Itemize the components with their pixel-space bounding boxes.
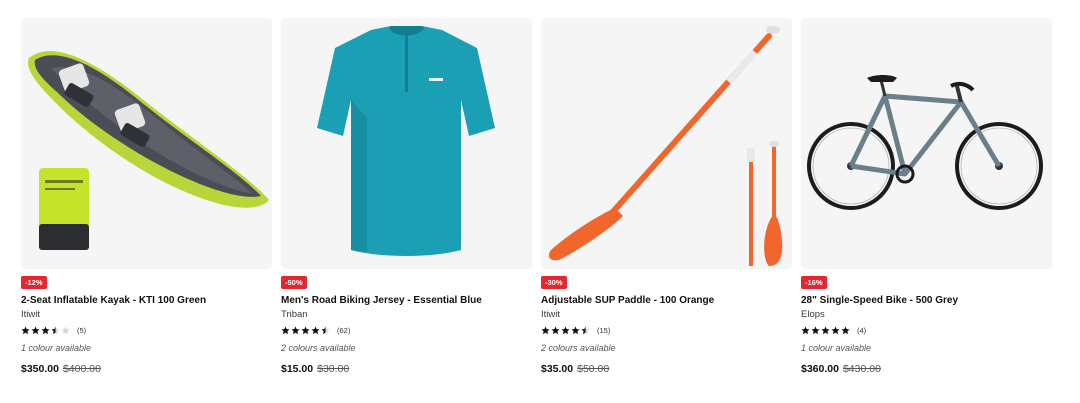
- star-icon: [31, 326, 40, 335]
- jersey-image: [317, 26, 495, 256]
- star-rating: [541, 326, 590, 335]
- star-icon: [41, 326, 50, 335]
- colour-availability: 1 colour available: [801, 343, 872, 353]
- product-rating: (15): [541, 325, 610, 336]
- product-brand: Itiwit: [541, 309, 560, 320]
- star-icon: [561, 326, 570, 335]
- product-card[interactable]: -50% Men's Road Biking Jersey - Essentia…: [281, 18, 532, 375]
- kayak-image: [27, 51, 270, 250]
- star-icon: [571, 326, 580, 335]
- product-brand: Itiwit: [21, 309, 40, 320]
- star-icon: [551, 326, 560, 335]
- original-price: $400.00: [62, 363, 101, 375]
- star-icon: [801, 326, 810, 335]
- product-card[interactable]: -12% 2-Seat Inflatable Kayak - KTI 100 G…: [21, 18, 272, 375]
- star-rating: [21, 326, 70, 335]
- product-rating: (62): [281, 325, 350, 336]
- product-price: $350.00 $400.00: [21, 363, 101, 375]
- review-count: (15): [597, 326, 611, 335]
- star-icon: [321, 326, 330, 335]
- colour-availability: 1 colour available: [21, 343, 92, 353]
- bike-image: [807, 75, 1043, 210]
- star-icon: [311, 326, 320, 335]
- product-grid: -12% 2-Seat Inflatable Kayak - KTI 100 G…: [21, 18, 1061, 388]
- review-count: (62): [337, 326, 351, 335]
- product-title[interactable]: Adjustable SUP Paddle - 100 Orange: [541, 295, 714, 306]
- star-rating: [801, 326, 850, 335]
- product-image[interactable]: [541, 18, 792, 269]
- star-icon: [841, 326, 850, 335]
- review-count: (5): [77, 326, 87, 335]
- star-icon: [821, 326, 830, 335]
- original-price: $50.00: [577, 363, 610, 375]
- star-icon: [301, 326, 310, 335]
- product-brand: Elops: [801, 309, 825, 320]
- current-price: $15.00: [281, 363, 314, 375]
- star-icon: [811, 326, 820, 335]
- colour-availability: 2 colours available: [281, 343, 356, 353]
- product-card[interactable]: -16% 28" Single-Speed Bike - 500 Grey El…: [801, 18, 1052, 375]
- current-price: $350.00: [21, 363, 59, 375]
- product-price: $15.00 $30.00: [281, 363, 349, 375]
- product-rating: (4): [801, 325, 866, 336]
- star-icon: [51, 326, 60, 335]
- product-brand: Triban: [281, 309, 308, 320]
- discount-badge: -30%: [541, 276, 567, 289]
- discount-badge: -16%: [801, 276, 827, 289]
- star-icon: [291, 326, 300, 335]
- star-icon: [581, 326, 590, 335]
- star-icon: [541, 326, 550, 335]
- original-price: $430.00: [842, 363, 881, 375]
- product-title[interactable]: 28" Single-Speed Bike - 500 Grey: [801, 295, 958, 306]
- product-price: $360.00 $430.00: [801, 363, 881, 375]
- star-icon: [21, 326, 30, 335]
- star-rating: [281, 326, 330, 335]
- discount-badge: -12%: [21, 276, 47, 289]
- product-title[interactable]: Men's Road Biking Jersey - Essential Blu…: [281, 295, 482, 306]
- product-price: $35.00 $50.00: [541, 363, 609, 375]
- original-price: $30.00: [317, 363, 350, 375]
- product-image[interactable]: [21, 18, 272, 269]
- product-image[interactable]: [281, 18, 532, 269]
- current-price: $360.00: [801, 363, 839, 375]
- product-image[interactable]: [801, 18, 1052, 269]
- star-icon: [281, 326, 290, 335]
- star-icon: [831, 326, 840, 335]
- current-price: $35.00: [541, 363, 574, 375]
- star-icon: [61, 326, 70, 335]
- product-card[interactable]: -30% Adjustable SUP Paddle - 100 Orange …: [541, 18, 792, 375]
- product-title[interactable]: 2-Seat Inflatable Kayak - KTI 100 Green: [21, 295, 206, 306]
- discount-badge: -50%: [281, 276, 307, 289]
- review-count: (4): [857, 326, 867, 335]
- paddle-image: [548, 26, 783, 266]
- colour-availability: 2 colours available: [541, 343, 616, 353]
- product-rating: (5): [21, 325, 86, 336]
